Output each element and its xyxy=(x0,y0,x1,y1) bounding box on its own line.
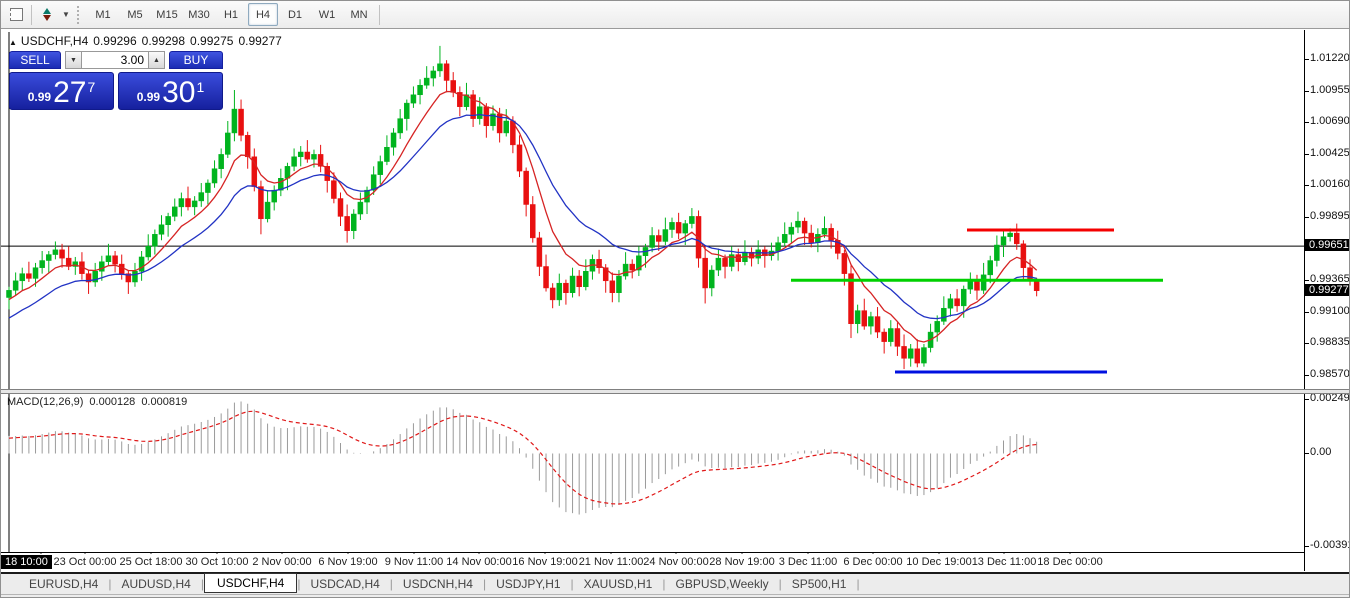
tick-mark xyxy=(1305,217,1309,218)
price-tick-label: 1.00425 xyxy=(1310,147,1350,159)
ohlc-close: 0.99277 xyxy=(238,34,281,48)
price-tick-label: 0.99895 xyxy=(1310,210,1350,222)
time-tick-label: 14 Nov 00:00 xyxy=(446,556,511,568)
price-tick-label: 1.00690 xyxy=(1310,115,1350,127)
time-tick-label: 25 Oct 18:00 xyxy=(120,556,183,568)
time-tick-label: 30 Oct 10:00 xyxy=(186,556,249,568)
buy-quote-button[interactable]: 0.99 30 1 xyxy=(118,72,223,110)
tab-eurusd-h4[interactable]: EURUSD,H4 xyxy=(19,575,108,593)
time-tick-label: 28 Nov 19:00 xyxy=(709,556,774,568)
tick-mark xyxy=(1305,399,1309,400)
sell-price-base: 0.99 xyxy=(28,90,51,104)
tick-mark xyxy=(1305,312,1309,313)
price-tick-label: 0.98570 xyxy=(1310,368,1350,380)
tab-separator: | xyxy=(856,577,859,591)
panel-splitter[interactable] xyxy=(1,389,1350,394)
chart-tab-bar: EURUSD,H4|AUDUSD,H4|USDCHF,H4|USDCAD,H4|… xyxy=(1,572,1350,594)
tick-mark xyxy=(1305,453,1309,454)
status-bar xyxy=(1,594,1350,598)
vline-time-label: 18 10:00 xyxy=(1,555,52,569)
time-tick-label: 13 Dec 11:00 xyxy=(972,556,1037,568)
chart-title: ▲ USDCHF,H4 0.99296 0.99298 0.99275 0.99277 xyxy=(9,34,287,48)
time-tick-label: 16 Nov 19:00 xyxy=(512,556,577,568)
price-tick-label: -0.003913 xyxy=(1310,539,1350,551)
volume-decrease-button[interactable]: ▼ xyxy=(65,51,82,69)
time-tick-label: 21 Nov 11:00 xyxy=(579,556,644,568)
buy-price-base: 0.99 xyxy=(137,90,160,104)
tab-usdcnh-h4[interactable]: USDCNH,H4 xyxy=(393,575,483,593)
tick-mark xyxy=(1305,154,1309,155)
macd-signal-value: 0.000819 xyxy=(141,396,187,408)
buy-price-big: 30 xyxy=(162,79,195,107)
price-tick-label: 0.99100 xyxy=(1310,305,1350,317)
time-tick-label: 23 Oct 00:00 xyxy=(54,556,117,568)
tick-mark xyxy=(1305,375,1309,376)
tab-sp500-h1[interactable]: SP500,H1 xyxy=(782,575,857,593)
price-axis[interactable]: 1.01220 1.00955 1.00690 1.00425 1.00160 0.998… xyxy=(1304,30,1350,571)
ohlc-high: 0.99298 xyxy=(142,34,185,48)
tick-mark xyxy=(1305,122,1309,123)
volume-increase-button[interactable]: ▲ xyxy=(148,51,165,69)
macd-indicator-label: MACD(12,26,9) 0.000128 0.000819 xyxy=(7,396,193,408)
one-click-trade-panel: SELL ▼ 3.00 ▲ BUY 0.99 27 7 0.99 30 1 xyxy=(9,51,225,110)
volume-input[interactable]: 3.00 xyxy=(82,51,148,69)
tick-mark xyxy=(1305,185,1309,186)
tick-mark xyxy=(1305,280,1309,281)
price-tick-label: 0.00 xyxy=(1310,446,1331,458)
tick-mark xyxy=(1305,59,1309,60)
tick-mark xyxy=(1305,343,1309,344)
time-tick-label: 24 Nov 00:00 xyxy=(643,556,708,568)
tab-gbpusd-weekly[interactable]: GBPUSD,Weekly xyxy=(665,575,778,593)
time-tick-label: 6 Nov 19:00 xyxy=(318,556,377,568)
trading-platform-window: ▼ M1M5M15M30H1H4D1W1MN ▲USDCHF,H40.99296… xyxy=(0,0,1350,598)
tab-usdcad-h4[interactable]: USDCAD,H4 xyxy=(300,575,389,593)
price-tick-label: 1.00160 xyxy=(1310,178,1350,190)
time-tick-label: 9 Nov 11:00 xyxy=(385,556,444,568)
price-label-highlight: 0.99277 xyxy=(1305,284,1350,296)
time-axis[interactable]: 18 10:00 1823 Oct 00:0025 Oct 18:0030 Oc… xyxy=(1,554,1304,571)
ohlc-low: 0.99275 xyxy=(190,34,233,48)
time-tick-label: 10 Dec 19:00 xyxy=(906,556,971,568)
macd-name: MACD(12,26,9) xyxy=(7,396,83,408)
time-tick-label: 2 Nov 00:00 xyxy=(252,556,311,568)
time-tick-label: 3 Dec 11:00 xyxy=(779,556,838,568)
sell-button[interactable]: SELL xyxy=(9,51,61,69)
time-tick-label: 18 Dec 00:00 xyxy=(1037,556,1102,568)
sell-price-sup: 7 xyxy=(87,79,95,95)
direction-up-icon: ▲ xyxy=(9,38,17,47)
symbol-label: USDCHF,H4 xyxy=(21,34,88,48)
sell-quote-button[interactable]: 0.99 27 7 xyxy=(9,72,114,110)
sell-price-big: 27 xyxy=(53,79,86,107)
macd-value: 0.000128 xyxy=(89,396,135,408)
price-tick-label: 1.00955 xyxy=(1310,84,1350,96)
ohlc-open: 0.99296 xyxy=(93,34,136,48)
price-tick-label: 0.98835 xyxy=(1310,336,1350,348)
tab-usdjpy-h1[interactable]: USDJPY,H1 xyxy=(486,575,570,593)
price-label-highlight: 0.99651 xyxy=(1305,239,1350,251)
tick-mark xyxy=(1305,91,1309,92)
tab-xauusd-h1[interactable]: XAUUSD,H1 xyxy=(574,575,663,593)
buy-price-sup: 1 xyxy=(196,79,204,95)
tab-audusd-h4[interactable]: AUDUSD,H4 xyxy=(111,575,200,593)
time-tick-label: 6 Dec 00:00 xyxy=(843,556,902,568)
tick-mark xyxy=(1305,546,1309,547)
price-tick-label: 1.01220 xyxy=(1310,52,1350,64)
buy-button[interactable]: BUY xyxy=(169,51,223,69)
tab-usdchf-h4[interactable]: USDCHF,H4 xyxy=(204,573,297,593)
